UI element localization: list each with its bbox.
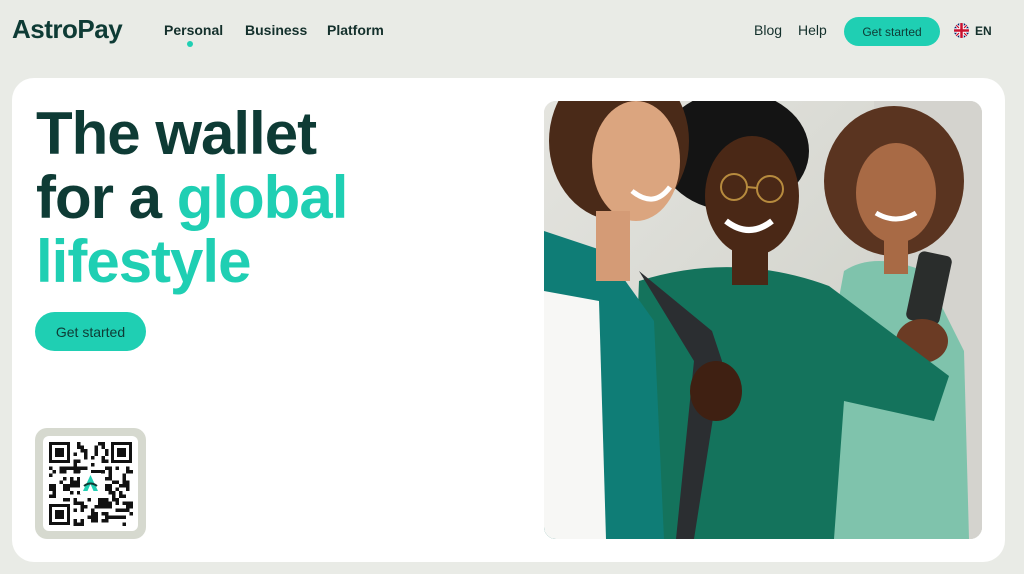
uk-flag-icon (954, 23, 969, 38)
get-started-hero-button[interactable]: Get started (35, 312, 146, 351)
top-navigation: AstroPay Personal Business Platform Blog… (0, 0, 1024, 62)
headline-line-1: The wallet (36, 100, 317, 167)
nav-help[interactable]: Help (798, 22, 827, 38)
qr-code-card (35, 428, 146, 539)
headline-line-2b: global (176, 164, 349, 231)
headline-line-2a: for a (36, 164, 177, 231)
language-label: EN (975, 23, 992, 38)
headline-line-3: lifestyle (36, 228, 251, 295)
nav-platform[interactable]: Platform (327, 22, 384, 38)
three-people-with-phone-photo (544, 101, 982, 539)
language-selector[interactable]: EN (954, 23, 992, 38)
hero-headline: The wallet for a global lifestyle (36, 100, 349, 295)
active-indicator-dot (187, 41, 193, 47)
nav-blog[interactable]: Blog (754, 22, 782, 38)
astropay-logo[interactable]: AstroPay (12, 14, 123, 45)
nav-business[interactable]: Business (245, 22, 307, 38)
nav-personal[interactable]: Personal (164, 22, 223, 38)
qr-code-icon (49, 442, 133, 526)
get-started-nav-button[interactable]: Get started (844, 17, 940, 46)
hero-card: The wallet for a global lifestyle Get st… (12, 78, 1005, 562)
